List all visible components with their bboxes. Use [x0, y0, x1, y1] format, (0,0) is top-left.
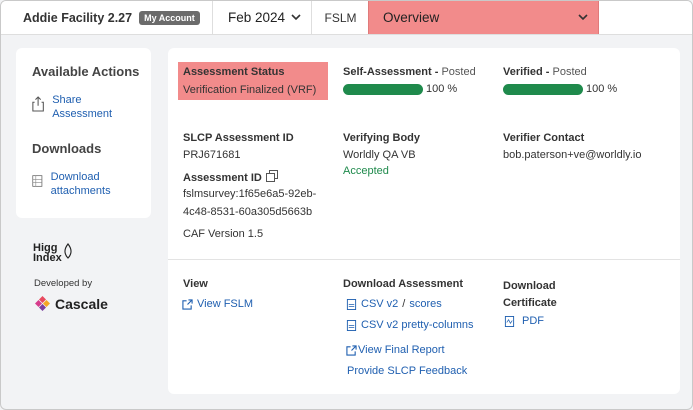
share-icon [32, 96, 44, 112]
self-assessment-state: Posted [441, 66, 476, 78]
self-assessment-progress-bar [343, 84, 423, 95]
view-select-value: Overview [383, 10, 440, 25]
download-assessment-label: Download Assessment [343, 278, 464, 290]
csv-file-icon [346, 319, 357, 331]
attachment-file-icon [32, 175, 43, 187]
top-bar: Addie Facility 2.27 My Account Feb 2024 … [1, 1, 692, 35]
provide-slcp-feedback-link[interactable]: Provide SLCP Feedback [347, 365, 467, 377]
higg-index-text: Higg Index [33, 242, 62, 264]
verifier-contact-value: bob.paterson+ve@worldly.io [503, 149, 642, 161]
self-assessment-title: Self-Assessment [343, 66, 432, 78]
available-actions-title: Available Actions [32, 64, 140, 79]
caf-version: CAF Version 1.5 [183, 228, 264, 240]
verifying-body-status: Accepted [343, 165, 389, 177]
csv-pretty-columns-label: CSV v2 pretty-columns [361, 319, 474, 331]
download-attachments-label: Download attachments [50, 171, 111, 197]
self-assessment-label: Self-Assessment - Posted [343, 66, 476, 78]
pdf-file-icon [504, 315, 515, 327]
download-attachments-link[interactable]: Download attachments [32, 170, 136, 198]
csv-separator: / [402, 298, 406, 310]
verifier-contact-label: Verifier Contact [503, 132, 585, 144]
downloads-title: Downloads [32, 141, 102, 156]
facility-name: Addie Facility 2.27 [23, 10, 133, 25]
chevron-down-icon [578, 14, 588, 21]
assessment-status-label: Assessment Status [183, 66, 285, 78]
csv-v2-row: CSV v2 / scores [346, 298, 442, 310]
download-certificate-label: Download Certificate [503, 280, 557, 309]
leaf-icon [64, 243, 72, 259]
verified-label: Verified - Posted [503, 66, 587, 78]
self-assessment-percent: 100 % [426, 83, 458, 95]
share-assessment-link[interactable]: Share Assessment [32, 93, 132, 121]
chevron-down-icon [291, 14, 301, 21]
view-label: View [183, 278, 208, 290]
view-select[interactable]: Overview [368, 1, 599, 34]
app-window: Addie Facility 2.27 My Account Feb 2024 … [0, 0, 693, 410]
view-final-report-label: View Final Report [358, 344, 445, 356]
verified-state: Posted [552, 66, 587, 78]
external-link-icon [182, 298, 193, 310]
assessment-id-line2: 4c48-8531-60a305d5663b [183, 206, 313, 218]
pdf-link[interactable]: PDF [504, 315, 544, 327]
share-assessment-label: Share Assessment [52, 94, 113, 120]
facility-header: Addie Facility 2.27 My Account [1, 1, 213, 34]
csv-pretty-columns-link[interactable]: CSV v2 pretty-columns [346, 319, 473, 331]
slcp-id-label: SLCP Assessment ID [183, 132, 294, 144]
csv-file-icon [346, 298, 357, 310]
developed-by-label: Developed by [34, 278, 93, 289]
view-fslm-label: View FSLM [197, 298, 254, 310]
slcp-id-value: PRJ671681 [183, 149, 241, 161]
csv-v2-link[interactable]: CSV v2 [361, 298, 398, 310]
module-label: FSLM [324, 10, 357, 25]
pdf-label: PDF [522, 315, 544, 327]
verifying-body-label: Verifying Body [343, 132, 421, 144]
view-fslm-link[interactable]: View FSLM [182, 298, 253, 310]
sidebar-card: Available Actions Share Assessment Downl… [16, 48, 151, 218]
scores-link[interactable]: scores [409, 298, 441, 310]
my-account-badge[interactable]: My Account [139, 10, 200, 25]
date-select-value: Feb 2024 [228, 10, 286, 25]
assessment-status-value: Verification Finalized (VRF) [183, 84, 317, 96]
assessment-id-label-row: Assessment ID [183, 170, 278, 184]
verified-progress-bar [503, 84, 583, 95]
external-link-icon [346, 344, 357, 356]
copy-icon[interactable] [265, 170, 278, 182]
verifying-body-value: Worldly QA VB [343, 149, 416, 161]
section-divider [168, 259, 680, 260]
date-select[interactable]: Feb 2024 [214, 1, 312, 34]
verified-percent: 100 % [586, 83, 618, 95]
view-final-report-link[interactable]: View Final Report [346, 344, 445, 356]
higg-index-logo: Higg Index [33, 242, 72, 264]
assessment-id-label: Assessment ID [183, 172, 262, 184]
cascale-logo: Cascale [34, 295, 108, 312]
verified-title: Verified [503, 66, 543, 78]
assessment-id-line1: fslmsurvey:1f65e6a5-92eb- [183, 188, 317, 200]
cascale-name: Cascale [55, 295, 108, 312]
cascale-mark-icon [35, 296, 50, 311]
